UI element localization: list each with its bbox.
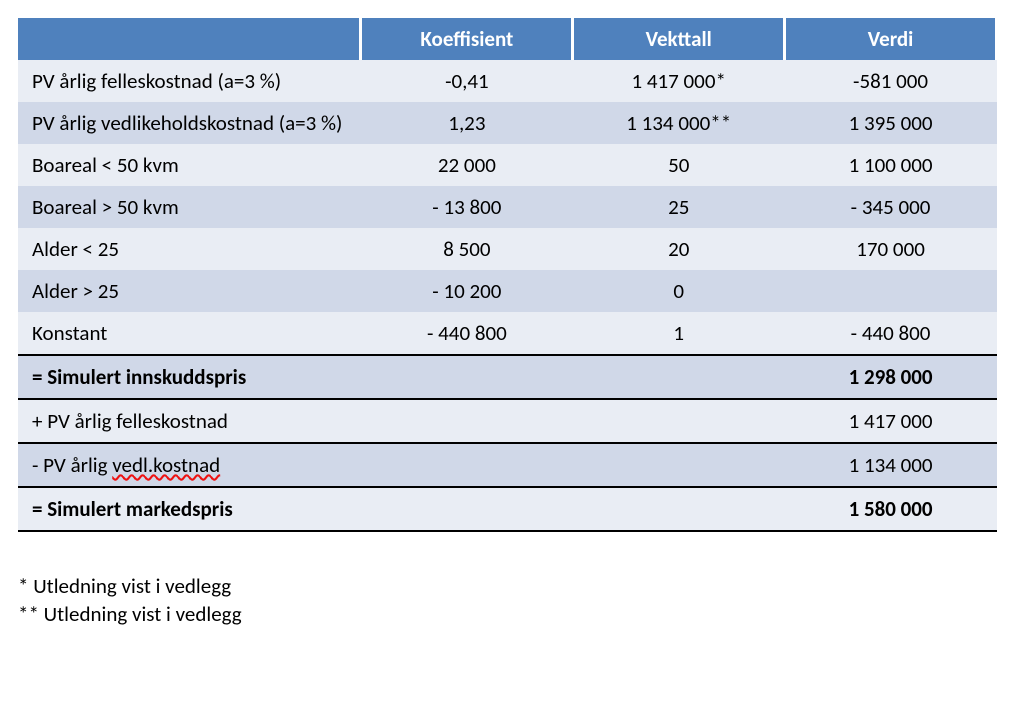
label-spellmarked: vedl.kostnad <box>112 452 220 478</box>
cell-koeffisient: - 13 800 <box>361 186 573 228</box>
row-label: + PV årlig felleskostnad <box>18 399 361 443</box>
table-row: Alder > 25 - 10 200 0 <box>18 270 997 312</box>
cell-koeffisient <box>361 355 573 399</box>
row-label: PV årlig vedlikeholdskostnad (a=3 %) <box>18 102 361 144</box>
cell-vekttall <box>573 443 785 487</box>
summary-row-markedspris: = Simulert markedspris 1 580 000 <box>18 487 997 531</box>
row-label: - PV årlig vedl.kostnad <box>18 443 361 487</box>
cell-vekttall <box>573 399 785 443</box>
cell-verdi: -581 000 <box>785 60 997 102</box>
cell-vekttall: 25 <box>573 186 785 228</box>
header-vekttall: Vekttall <box>573 18 785 60</box>
header-row: Koeffisient Vekttall Verdi <box>18 18 997 60</box>
row-label: Boareal > 50 kvm <box>18 186 361 228</box>
cell-verdi <box>785 270 997 312</box>
cell-koeffisient <box>361 487 573 531</box>
cell-verdi: 1 417 000 <box>785 399 997 443</box>
cell-vekttall: 20 <box>573 228 785 270</box>
cell-koeffisient <box>361 443 573 487</box>
summary-row: + PV årlig felleskostnad 1 417 000 <box>18 399 997 443</box>
table-row: Alder < 25 8 500 20 170 000 <box>18 228 997 270</box>
row-label: Alder > 25 <box>18 270 361 312</box>
cell-koeffisient: 1,23 <box>361 102 573 144</box>
cell-vekttall: 1 417 000* <box>573 60 785 102</box>
header-koeffisient: Koeffisient <box>361 18 573 60</box>
cell-vekttall: 1 <box>573 312 785 355</box>
cell-vekttall <box>573 487 785 531</box>
cell-koeffisient: 8 500 <box>361 228 573 270</box>
cell-verdi: - 440 800 <box>785 312 997 355</box>
footnote-1: * Utledning vist i vedlegg <box>18 572 999 600</box>
cell-verdi: 170 000 <box>785 228 997 270</box>
header-verdi: Verdi <box>785 18 997 60</box>
row-label: = Simulert markedspris <box>18 487 361 531</box>
cell-verdi: 1 100 000 <box>785 144 997 186</box>
row-label: Alder < 25 <box>18 228 361 270</box>
cell-vekttall <box>573 355 785 399</box>
footnotes: * Utledning vist i vedlegg ** Utledning … <box>18 572 999 629</box>
cell-verdi: 1 395 000 <box>785 102 997 144</box>
header-blank <box>18 18 361 60</box>
cell-koeffisient: -0,41 <box>361 60 573 102</box>
cell-verdi: 1 298 000 <box>785 355 997 399</box>
row-label: PV årlig felleskostnad (a=3 %) <box>18 60 361 102</box>
row-label: Boareal < 50 kvm <box>18 144 361 186</box>
summary-row: - PV årlig vedl.kostnad 1 134 000 <box>18 443 997 487</box>
table-row: PV årlig felleskostnad (a=3 %) -0,41 1 4… <box>18 60 997 102</box>
cell-verdi: - 345 000 <box>785 186 997 228</box>
table-row: PV årlig vedlikeholdskostnad (a=3 %) 1,2… <box>18 102 997 144</box>
label-prefix: - PV årlig <box>32 452 112 478</box>
row-label: Konstant <box>18 312 361 355</box>
cell-koeffisient: 22 000 <box>361 144 573 186</box>
cell-vekttall: 0 <box>573 270 785 312</box>
table-row: Boareal < 50 kvm 22 000 50 1 100 000 <box>18 144 997 186</box>
cell-verdi: 1 134 000 <box>785 443 997 487</box>
cell-vekttall: 1 134 000** <box>573 102 785 144</box>
row-label: = Simulert innskuddspris <box>18 355 361 399</box>
cell-vekttall: 50 <box>573 144 785 186</box>
footnote-2: ** Utledning vist i vedlegg <box>18 600 999 628</box>
table-row: Konstant - 440 800 1 - 440 800 <box>18 312 997 355</box>
cell-koeffisient: - 10 200 <box>361 270 573 312</box>
summary-row-innskuddspris: = Simulert innskuddspris 1 298 000 <box>18 355 997 399</box>
cell-verdi: 1 580 000 <box>785 487 997 531</box>
cell-koeffisient <box>361 399 573 443</box>
cell-koeffisient: - 440 800 <box>361 312 573 355</box>
calculation-table: Koeffisient Vekttall Verdi PV årlig fell… <box>18 18 998 532</box>
table-row: Boareal > 50 kvm - 13 800 25 - 345 000 <box>18 186 997 228</box>
